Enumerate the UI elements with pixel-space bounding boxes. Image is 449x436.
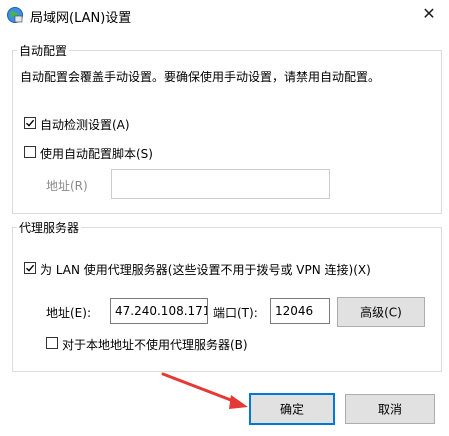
advanced-button[interactable]: 高级(C) bbox=[337, 297, 425, 327]
script-address-input[interactable] bbox=[111, 169, 330, 199]
checkmark-icon bbox=[26, 119, 35, 127]
proxy-port-input[interactable]: 12046 bbox=[270, 298, 330, 324]
use-proxy-checkbox[interactable] bbox=[24, 262, 36, 274]
proxy-address-input[interactable]: 47.240.108.171 bbox=[110, 298, 208, 324]
auto-detect-checkbox[interactable] bbox=[24, 117, 36, 129]
auto-config-description: 自动配置会覆盖手动设置。要确保使用手动设置，请禁用自动配置。 bbox=[20, 70, 381, 84]
cancel-button-label: 取消 bbox=[377, 402, 402, 417]
close-icon: ✕ bbox=[422, 4, 436, 23]
proxy-group-title: 代理服务器 bbox=[17, 219, 82, 236]
cancel-button[interactable]: 取消 bbox=[345, 394, 435, 424]
bypass-local-checkbox[interactable] bbox=[46, 337, 58, 349]
auto-detect-label[interactable]: 自动检测设置(A) bbox=[40, 116, 130, 133]
bypass-local-label[interactable]: 对于本地地址不使用代理服务器(B) bbox=[62, 336, 248, 353]
proxy-address-label: 地址(E): bbox=[46, 306, 91, 320]
ok-button[interactable]: 确定 bbox=[249, 393, 335, 425]
checkmark-icon bbox=[26, 264, 35, 272]
advanced-button-label: 高级(C) bbox=[360, 305, 402, 320]
network-globe-icon bbox=[6, 6, 24, 24]
script-address-label: 地址(R) bbox=[46, 179, 88, 193]
use-proxy-label[interactable]: 为 LAN 使用代理服务器(这些设置不用于拨号或 VPN 连接)(X) bbox=[40, 261, 371, 278]
title-bar: 局域网(LAN)设置 ✕ bbox=[0, 0, 449, 30]
use-script-checkbox[interactable] bbox=[24, 146, 36, 158]
close-button[interactable]: ✕ bbox=[409, 0, 449, 30]
auto-config-group-title: 自动配置 bbox=[17, 42, 70, 59]
window-title: 局域网(LAN)设置 bbox=[30, 11, 132, 26]
ok-button-label: 确定 bbox=[279, 402, 304, 417]
proxy-port-label: 端口(T): bbox=[213, 306, 258, 320]
use-script-label[interactable]: 使用自动配置脚本(S) bbox=[40, 145, 153, 162]
